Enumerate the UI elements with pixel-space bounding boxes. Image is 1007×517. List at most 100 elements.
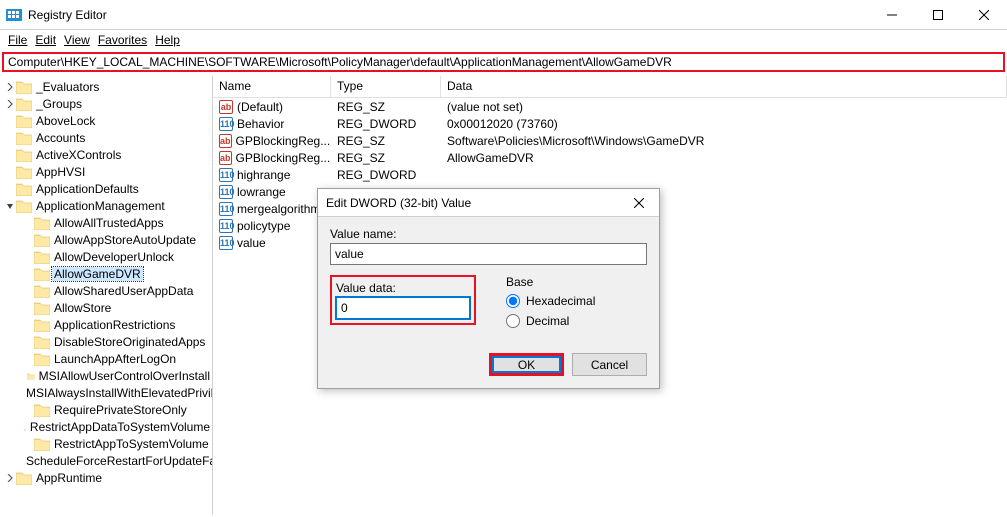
value-name: Behavior	[237, 117, 284, 131]
tree-item-label: _Groups	[34, 97, 84, 111]
window-title: Registry Editor	[28, 8, 869, 22]
value-data-input[interactable]	[336, 297, 470, 319]
tree-item[interactable]: ApplicationRestrictions	[0, 316, 212, 333]
tree-item[interactable]: AllowStore	[0, 299, 212, 316]
value-type: REG_SZ	[331, 151, 441, 165]
cancel-button[interactable]: Cancel	[572, 353, 647, 376]
value-type: REG_SZ	[331, 100, 441, 114]
tree-item-label: RestrictAppToSystemVolume	[52, 437, 211, 451]
radio-decimal-label: Decimal	[526, 314, 569, 328]
chevron-right-icon[interactable]	[4, 100, 16, 108]
tree-item[interactable]: AllowGameDVR	[0, 265, 212, 282]
folder-icon	[16, 148, 32, 162]
folder-icon	[16, 165, 32, 179]
tree-item[interactable]: DisableStoreOriginatedApps	[0, 333, 212, 350]
chevron-right-icon[interactable]	[4, 83, 16, 91]
menu-file[interactable]: File	[8, 33, 27, 47]
menu-edit[interactable]: Edit	[35, 33, 56, 47]
dialog-close-button[interactable]	[619, 189, 659, 217]
tree-item[interactable]: AboveLock	[0, 112, 212, 129]
dialog-title-bar[interactable]: Edit DWORD (32-bit) Value	[318, 189, 659, 217]
address-bar[interactable]: Computer\HKEY_LOCAL_MACHINE\SOFTWARE\Mic…	[2, 52, 1005, 72]
menu-help[interactable]: Help	[155, 33, 180, 47]
folder-icon	[34, 335, 50, 349]
col-name[interactable]: Name	[213, 76, 331, 97]
list-row[interactable]: abGPBlockingReg...REG_SZAllowGameDVR	[213, 149, 1007, 166]
tree-item[interactable]: AppHVSI	[0, 163, 212, 180]
radio-decimal[interactable]: Decimal	[506, 311, 595, 331]
tree-item-label: ApplicationManagement	[34, 199, 167, 213]
tree-item[interactable]: Accounts	[0, 129, 212, 146]
tree-item-label: LaunchAppAfterLogOn	[52, 352, 178, 366]
tree-view[interactable]: _Evaluators _GroupsAboveLock Accounts Activ…	[0, 76, 213, 515]
radio-hexadecimal-input[interactable]	[506, 294, 520, 308]
value-name: GPBlockingReg...	[236, 151, 331, 165]
tree-item-label: AllowSharedUserAppData	[52, 284, 195, 298]
value-name-label: Value name:	[330, 227, 647, 241]
radio-hexadecimal[interactable]: Hexadecimal	[506, 291, 595, 311]
folder-icon	[34, 267, 50, 281]
folder-icon	[34, 284, 50, 298]
ok-button-label: OK	[518, 358, 535, 372]
reg-dword-icon: 110	[219, 202, 233, 216]
tree-item[interactable]: ApplicationManagement	[0, 197, 212, 214]
folder-icon	[16, 114, 32, 128]
folder-icon	[16, 97, 32, 111]
list-row[interactable]: 110highrangeREG_DWORD	[213, 166, 1007, 183]
tree-item[interactable]: ActiveXControls	[0, 146, 212, 163]
menu-bar: File Edit View Favorites Help	[0, 30, 1007, 50]
value-data: 0x00012020 (73760)	[441, 117, 1007, 131]
value-data-highlight: Value data:	[330, 275, 476, 325]
tree-item-label: AllowAppStoreAutoUpdate	[52, 233, 198, 247]
value-type: REG_DWORD	[331, 117, 441, 131]
tree-item[interactable]: MSIAllowUserControlOverInstall	[0, 367, 212, 384]
value-type: REG_DWORD	[331, 168, 441, 182]
chevron-down-icon[interactable]	[4, 202, 16, 210]
list-row[interactable]: ab(Default)REG_SZ(value not set)	[213, 98, 1007, 115]
folder-icon	[34, 250, 50, 264]
col-type[interactable]: Type	[331, 76, 441, 97]
tree-item[interactable]: ApplicationDefaults	[0, 180, 212, 197]
folder-icon	[34, 216, 50, 230]
value-name-input[interactable]	[330, 243, 647, 265]
folder-icon	[24, 420, 26, 434]
value-data-label: Value data:	[336, 281, 470, 295]
col-data[interactable]: Data	[441, 76, 1007, 97]
tree-item[interactable]: AllowDeveloperUnlock	[0, 248, 212, 265]
ok-button[interactable]: OK	[489, 353, 564, 376]
tree-item-label: AppHVSI	[34, 165, 87, 179]
tree-item[interactable]: _Groups	[0, 95, 212, 112]
tree-item[interactable]: ScheduleForceRestartForUpdateFailures	[0, 452, 212, 469]
tree-item[interactable]: MSIAlwaysInstallWithElevatedPrivileges	[0, 384, 212, 401]
reg-dword-icon: 110	[219, 185, 233, 199]
tree-item-label: MSIAlwaysInstallWithElevatedPrivileges	[24, 386, 213, 400]
tree-item-label: Accounts	[34, 131, 87, 145]
tree-item[interactable]: RestrictAppToSystemVolume	[0, 435, 212, 452]
tree-item[interactable]: AllowSharedUserAppData	[0, 282, 212, 299]
tree-item[interactable]: RestrictAppDataToSystemVolume	[0, 418, 212, 435]
tree-item[interactable]: _Evaluators	[0, 78, 212, 95]
tree-item-label: AllowDeveloperUnlock	[52, 250, 176, 264]
list-row[interactable]: abGPBlockingReg...REG_SZSoftware\Policie…	[213, 132, 1007, 149]
tree-item-label: ApplicationRestrictions	[52, 318, 177, 332]
tree-item[interactable]: LaunchAppAfterLogOn	[0, 350, 212, 367]
tree-item[interactable]: AllowAllTrustedApps	[0, 214, 212, 231]
value-name: value	[237, 236, 266, 250]
tree-item-label: ActiveXControls	[34, 148, 123, 162]
radio-decimal-input[interactable]	[506, 314, 520, 328]
minimize-button[interactable]	[869, 0, 915, 30]
value-name: (Default)	[237, 100, 283, 114]
tree-item[interactable]: AllowAppStoreAutoUpdate	[0, 231, 212, 248]
menu-favorites[interactable]: Favorites	[98, 33, 147, 47]
close-button[interactable]	[961, 0, 1007, 30]
maximize-button[interactable]	[915, 0, 961, 30]
list-row[interactable]: 110BehaviorREG_DWORD0x00012020 (73760)	[213, 115, 1007, 132]
tree-item[interactable]: AppRuntime	[0, 469, 212, 486]
menu-view[interactable]: View	[64, 33, 90, 47]
chevron-right-icon[interactable]	[4, 474, 16, 482]
folder-icon	[34, 318, 50, 332]
tree-item-label: ApplicationDefaults	[34, 182, 141, 196]
value-name: highrange	[237, 168, 290, 182]
tree-item[interactable]: RequirePrivateStoreOnly	[0, 401, 212, 418]
value-name: mergealgorithm	[237, 202, 320, 216]
